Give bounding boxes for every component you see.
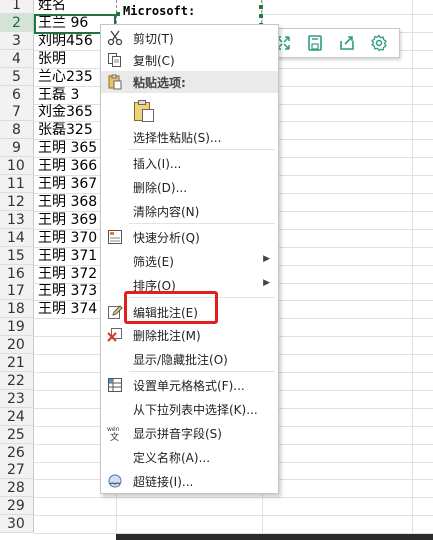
row-header[interactable]: 25: [0, 425, 34, 444]
status-strip: [116, 534, 433, 540]
menu-item-cut[interactable]: 剪切(T): [101, 27, 278, 49]
context-menu: 剪切(T) 复制(C) 粘贴选项: 选择性粘贴(S)... 插入(I)... 删…: [100, 24, 279, 494]
cell-a[interactable]: 王明 372: [38, 265, 97, 283]
phonetic-icon: wén 文: [107, 425, 123, 443]
cell-a[interactable]: 张明: [38, 50, 66, 68]
menu-separator: [129, 223, 275, 224]
row-header[interactable]: 30: [0, 515, 34, 534]
row-header[interactable]: 22: [0, 371, 34, 390]
cell-a[interactable]: 张磊325: [38, 121, 93, 139]
submenu-arrow-icon: ▶: [263, 278, 270, 288]
menu-item-define-name[interactable]: 定义名称(A)...: [101, 446, 278, 468]
cell-a[interactable]: 刘金365: [38, 103, 93, 121]
menu-item-paste-special[interactable]: 选择性粘贴(S)...: [101, 126, 278, 148]
row-header[interactable]: 8: [0, 121, 34, 140]
row-header[interactable]: 26: [0, 443, 34, 462]
row-header[interactable]: 6: [0, 85, 34, 104]
row-header[interactable]: 11: [0, 175, 34, 193]
row-header[interactable]: 14: [0, 228, 34, 247]
row-header[interactable]: 29: [0, 497, 34, 516]
menu-item-filter[interactable]: 筛选(E) ▶: [101, 250, 278, 272]
delete-comment-icon: [107, 327, 123, 343]
row-header[interactable]: 20: [0, 336, 34, 355]
row-header[interactable]: 1: [0, 0, 34, 14]
row-header[interactable]: 13: [0, 210, 34, 229]
cell-a[interactable]: 王明 365: [38, 139, 97, 157]
quick-analysis-icon: [107, 229, 123, 245]
menu-separator: [129, 149, 275, 150]
row-header[interactable]: 4: [0, 49, 34, 68]
cell-a[interactable]: 兰心235: [38, 68, 93, 86]
save-icon[interactable]: [304, 32, 326, 54]
cell-a[interactable]: 王明 368: [38, 193, 97, 211]
comment-resize-handle[interactable]: [259, 5, 263, 9]
row-header[interactable]: 17: [0, 282, 34, 301]
row-header[interactable]: 28: [0, 479, 34, 498]
row-header[interactable]: 3: [0, 31, 34, 50]
menu-item-clear-contents[interactable]: 清除内容(N): [101, 200, 278, 222]
menu-item-quick-analysis[interactable]: 快速分析(Q): [101, 226, 278, 248]
row-header[interactable]: 7: [0, 103, 34, 122]
cell-a[interactable]: 刘明456: [38, 32, 93, 50]
row-header[interactable]: 18: [0, 300, 34, 319]
row-header[interactable]: 15: [0, 246, 34, 265]
column-gridline: [412, 0, 413, 540]
svg-text:文: 文: [110, 431, 119, 441]
row-header[interactable]: 19: [0, 318, 34, 337]
row-header[interactable]: 24: [0, 407, 34, 426]
cell-a[interactable]: 王磊 3: [38, 86, 79, 104]
menu-header-paste-options: 粘贴选项:: [101, 71, 278, 93]
menu-item-insert[interactable]: 插入(I)...: [101, 152, 278, 174]
menu-item-format-cells[interactable]: 设置单元格格式(F)...: [101, 374, 278, 396]
svg-text:wén: wén: [107, 426, 120, 433]
settings-icon[interactable]: [368, 32, 390, 54]
menu-item-phonetic[interactable]: wén 文 显示拼音字段(S): [101, 422, 278, 444]
cell-a[interactable]: 王明 367: [38, 175, 97, 193]
row-header[interactable]: 27: [0, 461, 34, 480]
paste-clipboard-icon: [133, 99, 155, 123]
scissors-icon: [107, 30, 123, 46]
cell-a[interactable]: 王明 370: [38, 229, 97, 247]
cell-a[interactable]: 王明 374: [38, 300, 97, 318]
edit-comment-icon: [107, 304, 123, 320]
menu-item-delete-comment[interactable]: 删除批注(M): [101, 324, 278, 346]
row-header[interactable]: 21: [0, 354, 34, 372]
paste-option-button[interactable]: [101, 95, 278, 125]
cell-a[interactable]: 姓名: [38, 0, 66, 14]
submenu-arrow-icon: ▶: [263, 254, 270, 264]
cell-a[interactable]: 王明 366: [38, 157, 97, 175]
cell-a[interactable]: 王明 371: [38, 247, 97, 265]
row-gridline: [34, 497, 433, 499]
menu-item-hyperlink[interactable]: 超链接(I)...: [101, 470, 278, 492]
menu-separator: [129, 371, 275, 372]
comment-text: Microsoft:: [123, 4, 196, 18]
share-icon[interactable]: [336, 32, 358, 54]
menu-item-show-hide-comments[interactable]: 显示/隐藏批注(O): [101, 348, 278, 370]
row-header[interactable]: 16: [0, 264, 34, 283]
cell-a[interactable]: 王明 373: [38, 282, 97, 300]
row-header[interactable]: 10: [0, 157, 34, 176]
row-gridline: [34, 515, 433, 517]
hyperlink-icon: [107, 473, 123, 489]
menu-item-delete[interactable]: 删除(D)...: [101, 176, 278, 198]
row-header[interactable]: 5: [0, 67, 34, 86]
row-header[interactable]: 2: [0, 13, 34, 32]
menu-item-pick-from-list[interactable]: 从下拉列表中选择(K)...: [101, 398, 278, 420]
row-header[interactable]: 23: [0, 389, 34, 408]
comment-resize-handle[interactable]: [116, 12, 120, 16]
format-cells-icon: [107, 377, 123, 393]
row-header[interactable]: 9: [0, 139, 34, 158]
copy-icon: [107, 52, 123, 68]
paste-icon: [107, 74, 123, 90]
row-header[interactable]: 12: [0, 192, 34, 211]
comment-resize-handle[interactable]: [259, 14, 263, 18]
cell-a[interactable]: 王明 369: [38, 211, 97, 229]
highlight-box: [124, 291, 218, 324]
menu-item-copy[interactable]: 复制(C): [101, 49, 278, 71]
